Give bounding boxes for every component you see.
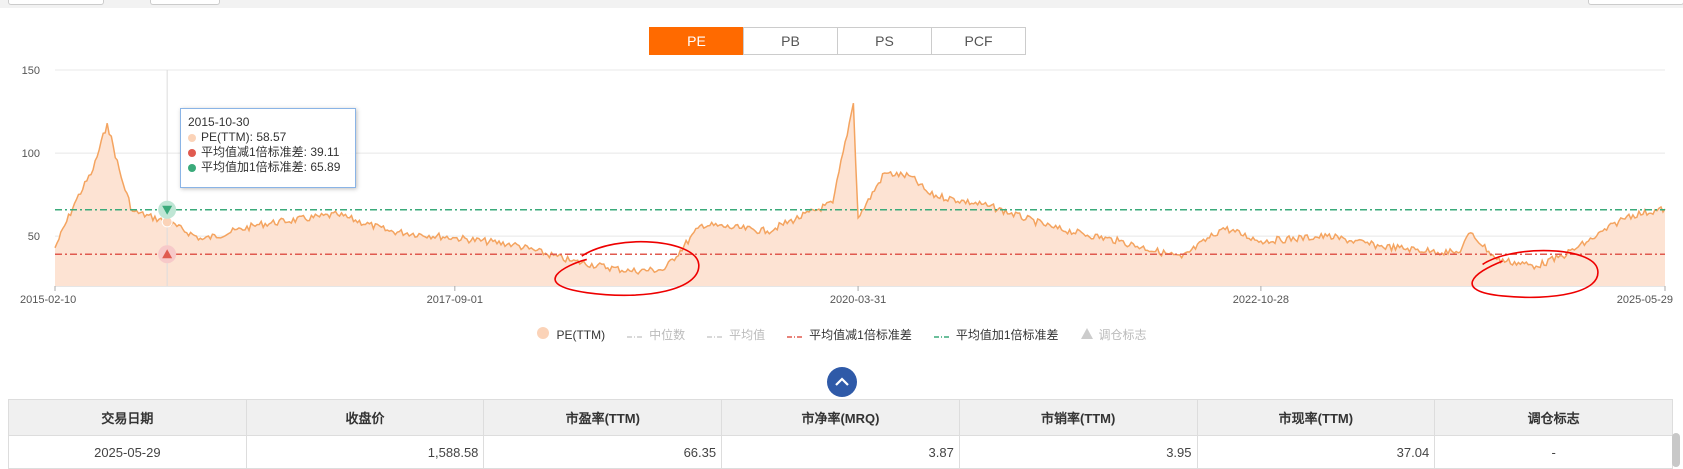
chart-legend: PE(TTM) 中位数 平均值 平均值减1倍标准差 平均值加1倍标准差 调仓标志 (0, 326, 1683, 343)
tooltip-row-pe: PE(TTM): 58.57 (188, 130, 348, 145)
valuation-chart[interactable]: 150 100 50 2015-02-10 2017-09-01 2020-03-31 20… (0, 60, 1683, 320)
top-control-stub[interactable] (8, 0, 104, 5)
col-header[interactable]: 市盈率(TTM) (483, 399, 723, 436)
chevron-up-icon (835, 377, 849, 386)
legend-item-mean[interactable]: 平均值 (707, 326, 765, 343)
top-control-stub[interactable] (150, 0, 220, 5)
legend-label: 调仓标志 (1098, 328, 1147, 342)
legend-item-pe[interactable]: PE(TTM) (536, 326, 605, 343)
x-tick-label: 2017-09-01 (427, 294, 483, 306)
table-cell: 1,588.58 (245, 435, 485, 469)
x-tick-label: 2020-03-31 (830, 294, 886, 306)
legend-label: PE(TTM) (556, 327, 606, 342)
dash-dot-icon (627, 328, 644, 342)
top-control-stub[interactable] (1588, 0, 1683, 5)
chart-tooltip: 2015-10-30 PE(TTM): 58.57 平均值减1倍标准差: 39.… (180, 108, 356, 188)
col-header[interactable]: 收盘价 (245, 399, 485, 436)
table-cell: 3.87 (721, 435, 960, 469)
col-header[interactable]: 市净率(MRQ) (721, 399, 960, 436)
tooltip-date: 2015-10-30 (188, 115, 250, 129)
dash-dot-icon (787, 328, 804, 342)
dash-dot-icon (933, 328, 950, 342)
tooltip-pe-value: PE(TTM): 58.57 (201, 130, 287, 144)
metric-tabs: PE PB PS PCF (649, 27, 1026, 55)
y-tick-label: 150 (22, 65, 40, 77)
x-tick-label: 2022-10-28 (1233, 294, 1289, 306)
triangle-icon (1080, 327, 1093, 342)
tooltip-minus-value: 平均值减1倍标准差: 39.11 (201, 145, 340, 159)
legend-item-median[interactable]: 中位数 (627, 326, 685, 343)
tab-ps[interactable]: PS (837, 27, 932, 55)
valuation-table: 交易日期 收盘价 市盈率(TTM) 市净率(MRQ) 市销率(TTM) 市现率(… (8, 399, 1673, 469)
col-header[interactable]: 市现率(TTM) (1196, 399, 1436, 436)
legend-item-rebalance[interactable]: 调仓标志 (1080, 326, 1147, 343)
legend-item-minus-std[interactable]: 平均值减1倍标准差 (787, 326, 912, 343)
table-cell: - (1434, 435, 1673, 469)
legend-label: 平均值加1倍标准差 (955, 328, 1059, 342)
legend-label: 平均值 (729, 328, 766, 342)
plus-dot-icon (188, 163, 196, 172)
table-row: 2025-05-29 1,588.58 66.35 3.87 3.95 37.0… (8, 435, 1673, 469)
y-tick-label: 50 (28, 231, 40, 243)
x-tick-label: 2025-05-29 (1617, 294, 1673, 306)
minus-dot-icon (188, 148, 196, 157)
col-header[interactable]: 交易日期 (8, 399, 247, 436)
collapse-button[interactable] (827, 367, 857, 397)
pe-dot-icon (188, 133, 196, 142)
legend-label: 平均值减1倍标准差 (809, 328, 912, 342)
y-tick-label: 100 (22, 148, 40, 160)
top-toolbar-strip (0, 0, 1683, 8)
col-header[interactable]: 调仓标志 (1434, 399, 1673, 436)
table-cell: 2025-05-29 (8, 435, 247, 469)
tooltip-row-plus: 平均值加1倍标准差: 65.89 (188, 160, 348, 175)
legend-label: 中位数 (649, 328, 686, 342)
scrollbar[interactable] (1672, 433, 1680, 467)
table-cell: 66.35 (483, 435, 723, 469)
tab-pb[interactable]: PB (743, 27, 838, 55)
tab-pe[interactable]: PE (649, 27, 744, 55)
col-header[interactable]: 市销率(TTM) (958, 399, 1198, 436)
tooltip-plus-value: 平均值加1倍标准差: 65.89 (201, 160, 341, 174)
table-header-row: 交易日期 收盘价 市盈率(TTM) 市净率(MRQ) 市销率(TTM) 市现率(… (8, 399, 1673, 436)
dash-dot-icon (707, 328, 724, 342)
x-tick-label: 2015-02-10 (20, 294, 76, 306)
circle-icon (536, 326, 550, 343)
table-cell: 37.04 (1196, 435, 1436, 469)
tab-pcf[interactable]: PCF (931, 27, 1026, 55)
tooltip-row-minus: 平均值减1倍标准差: 39.11 (188, 145, 348, 160)
table-cell: 3.95 (958, 435, 1198, 469)
legend-item-plus-std[interactable]: 平均值加1倍标准差 (933, 326, 1059, 343)
